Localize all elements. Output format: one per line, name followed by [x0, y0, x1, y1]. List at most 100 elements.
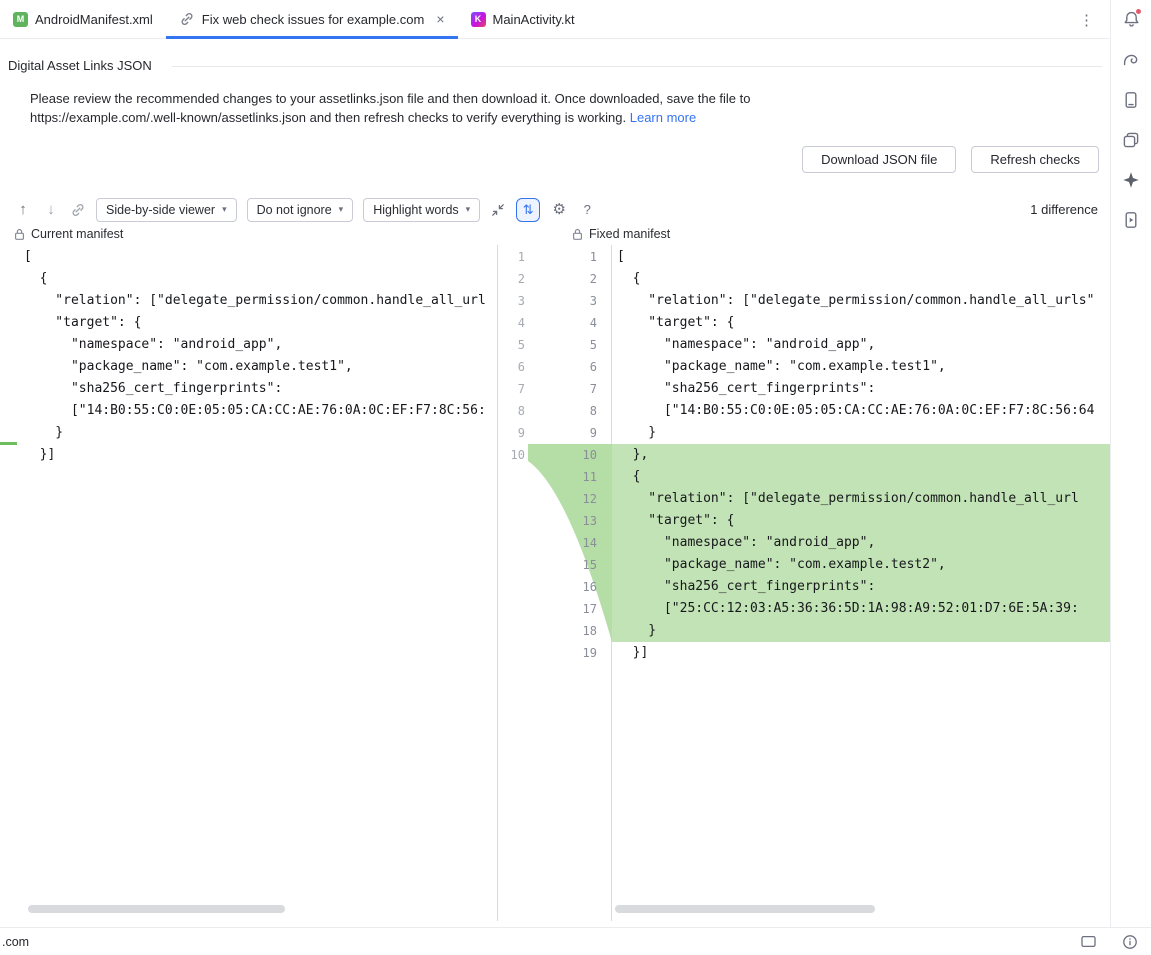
viewer-mode-dropdown[interactable]: Side-by-side viewer ▾ — [96, 198, 237, 222]
next-difference-icon[interactable]: ↓ — [42, 202, 60, 217]
code-line: "sha256_cert_fingerprints": — [612, 576, 1110, 598]
tab-fix-web-check-issues[interactable]: Fix web check issues for example.com × — [166, 0, 458, 38]
code-line: "package_name": "com.example.test2", — [612, 554, 1110, 576]
jump-to-source-link-icon[interactable] — [70, 202, 86, 218]
synchronize-scrolling-toggle[interactable]: ⇅ — [516, 198, 540, 222]
learn-more-link[interactable]: Learn more — [630, 110, 696, 125]
code-line: ["14:B0:55:C0:0E:05:05:CA:CC:AE:76:0A:0C… — [612, 400, 1110, 422]
window-icon[interactable] — [1081, 935, 1096, 948]
line-number: 8 — [498, 400, 525, 422]
code-line: [ — [0, 246, 497, 268]
status-bar-icons — [1081, 934, 1138, 950]
device-manager-icon[interactable] — [1111, 80, 1151, 119]
line-number: 14 — [557, 532, 597, 554]
notification-badge — [1135, 8, 1142, 15]
tab-label: MainActivity.kt — [493, 12, 575, 27]
description: Please review the recommended changes to… — [30, 89, 750, 127]
chevron-down-icon: ▾ — [339, 204, 344, 215]
line-number: 4 — [498, 312, 525, 334]
refresh-checks-button[interactable]: Refresh checks — [971, 146, 1099, 173]
current-manifest-header: Current manifest — [14, 227, 123, 241]
description-line1: Please review the recommended changes to… — [30, 89, 750, 108]
diff-gutter: 12345678910 1234567891011121314151617181… — [497, 245, 612, 921]
close-tab-icon[interactable]: × — [436, 12, 444, 26]
notifications-bell-icon[interactable] — [1111, 0, 1151, 39]
current-manifest-pane[interactable]: [ { "relation": ["delegate_permission/co… — [0, 245, 497, 921]
tab-mainactivity[interactable]: K MainActivity.kt — [458, 0, 588, 38]
code-line: "target": { — [0, 312, 497, 334]
gemini-star-icon[interactable] — [1111, 160, 1151, 199]
line-number: 5 — [557, 334, 597, 356]
info-icon[interactable] — [1122, 934, 1138, 950]
chevron-down-icon: ▾ — [466, 204, 471, 215]
line-number: 2 — [557, 268, 597, 290]
code-line: "sha256_cert_fingerprints": — [0, 378, 497, 400]
right-tool-stripe — [1110, 0, 1151, 927]
code-line: { — [0, 268, 497, 290]
line-number: 3 — [557, 290, 597, 312]
title-divider — [172, 66, 1102, 67]
ignore-policy-dropdown[interactable]: Do not ignore ▾ — [247, 198, 354, 222]
line-number: 11 — [557, 466, 597, 488]
download-json-button[interactable]: Download JSON file — [802, 146, 956, 173]
dropdown-label: Do not ignore — [257, 203, 332, 217]
highlight-mode-dropdown[interactable]: Highlight words ▾ — [363, 198, 480, 222]
code-line: ["25:CC:12:03:A5:36:36:5D:1A:98:A9:52:01… — [612, 598, 1110, 620]
running-devices-icon[interactable] — [1111, 200, 1151, 239]
code-line: "namespace": "android_app", — [612, 334, 1110, 356]
line-number: 6 — [557, 356, 597, 378]
line-number: 9 — [557, 422, 597, 444]
code-line: } — [612, 620, 1110, 642]
code-line: [ — [612, 246, 1110, 268]
settings-gear-icon[interactable]: ⚙ — [550, 202, 568, 217]
code-line: "namespace": "android_app", — [612, 532, 1110, 554]
line-number: 19 — [557, 642, 597, 664]
code-line: }] — [612, 642, 1110, 664]
code-line: "package_name": "com.example.test1", — [612, 356, 1110, 378]
code-line: "target": { — [612, 510, 1110, 532]
chevron-down-icon: ▾ — [222, 204, 227, 215]
layers-icon[interactable] — [1111, 120, 1151, 159]
pane-title: Fixed manifest — [589, 227, 670, 241]
help-icon[interactable]: ? — [578, 203, 596, 216]
difference-count: 1 difference — [1030, 202, 1098, 217]
line-number: 7 — [498, 378, 525, 400]
gradle-icon[interactable] — [1111, 40, 1151, 79]
code-line: "namespace": "android_app", — [0, 334, 497, 356]
dropdown-label: Highlight words — [373, 203, 458, 217]
code-line: "relation": ["delegate_permission/common… — [612, 488, 1110, 510]
more-options-icon[interactable]: ⋮ — [1073, 0, 1100, 39]
right-line-numbers: 12345678910111213141516171819 — [557, 245, 597, 664]
line-number: 8 — [557, 400, 597, 422]
left-horizontal-scrollbar[interactable] — [28, 905, 285, 913]
diff-toolbar: ↑ ↓ Side-by-side viewer ▾ Do not ignore … — [0, 196, 1110, 223]
line-number: 16 — [557, 576, 597, 598]
status-bar: .com — [0, 927, 1151, 955]
line-number: 18 — [557, 620, 597, 642]
dropdown-label: Side-by-side viewer — [106, 203, 215, 217]
line-number: 2 — [498, 268, 525, 290]
previous-difference-icon[interactable]: ↑ — [14, 202, 32, 217]
line-number: 6 — [498, 356, 525, 378]
app-window: M AndroidManifest.xml Fix web check issu… — [0, 0, 1151, 955]
description-line2-wrap: https://example.com/.well-known/assetlin… — [30, 108, 750, 127]
right-horizontal-scrollbar[interactable] — [615, 905, 875, 913]
manifest-file-icon: M — [13, 12, 28, 27]
line-number: 1 — [498, 246, 525, 268]
code-line: "target": { — [612, 312, 1110, 334]
lock-icon — [14, 228, 25, 241]
link-icon — [179, 11, 195, 27]
code-line: { — [612, 268, 1110, 290]
tab-androidmanifest[interactable]: M AndroidManifest.xml — [0, 0, 166, 38]
fixed-manifest-pane[interactable]: [ { "relation": ["delegate_permission/co… — [612, 245, 1110, 921]
tab-label: Fix web check issues for example.com — [202, 12, 425, 27]
line-number: 10 — [557, 444, 597, 466]
line-number: 9 — [498, 422, 525, 444]
left-code: [ { "relation": ["delegate_permission/co… — [0, 245, 497, 466]
right-code: [ { "relation": ["delegate_permission/co… — [612, 245, 1110, 664]
line-number: 3 — [498, 290, 525, 312]
code-line: "package_name": "com.example.test1", — [0, 356, 497, 378]
code-line: }, — [612, 444, 1110, 466]
collapse-unchanged-icon[interactable] — [490, 202, 506, 218]
line-number: 4 — [557, 312, 597, 334]
